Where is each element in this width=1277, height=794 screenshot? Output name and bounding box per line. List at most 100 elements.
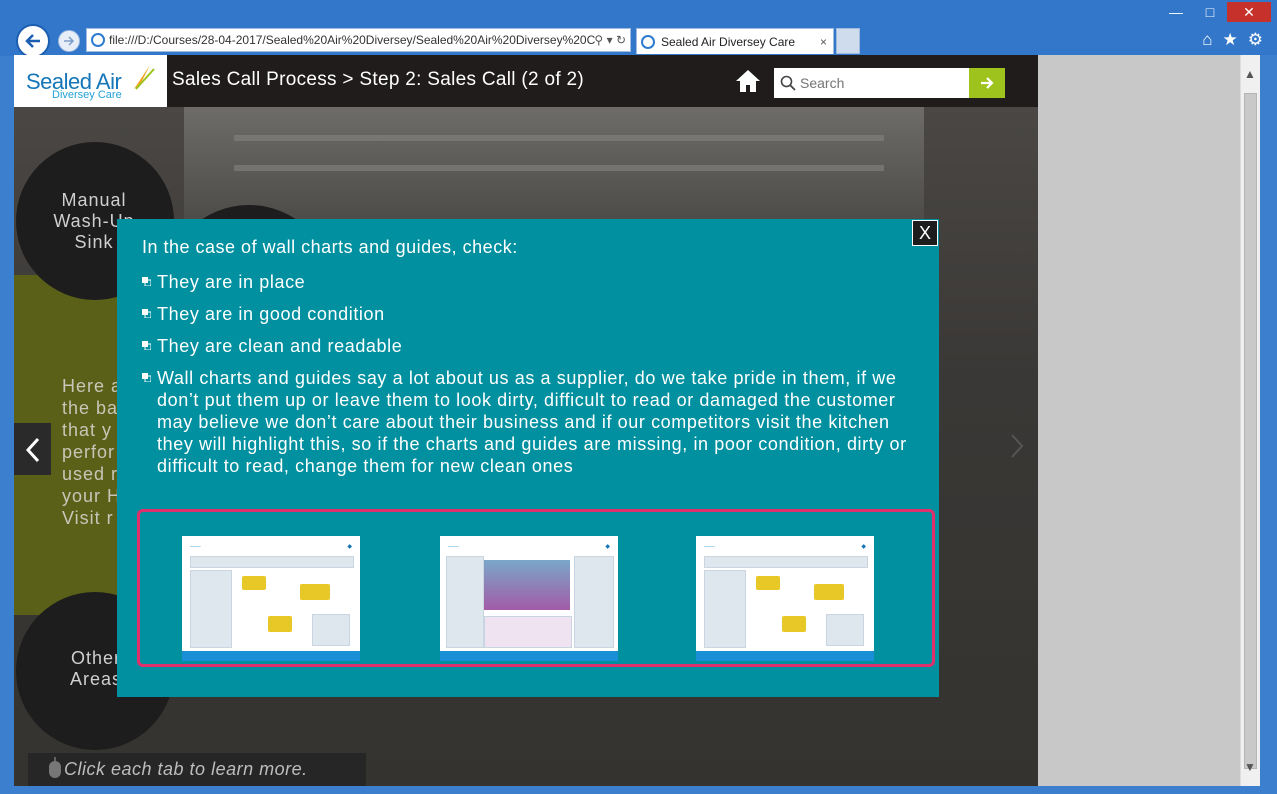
bullet-icon (142, 341, 151, 350)
thumb-title-graphic: ─── (704, 544, 715, 550)
hood-detail (234, 135, 884, 141)
bullet-item: They are clean and readable (142, 335, 922, 357)
thumb-highlight (782, 616, 806, 632)
bullet-text: They are in good condition (157, 304, 385, 324)
previous-button[interactable] (14, 423, 51, 475)
close-window-button[interactable]: ✕ (1227, 2, 1271, 22)
thumb-logo-graphic: ◆ (861, 544, 866, 550)
side-text-line: your H (62, 486, 122, 506)
thumb-highlight (300, 584, 330, 600)
thumb-block (704, 556, 868, 568)
thumb-logo-graphic: ◆ (347, 544, 352, 550)
hint-text: Click each tab to learn more. (64, 759, 308, 779)
bullet-icon (142, 277, 151, 286)
side-text-line: Here a (62, 376, 122, 396)
scroll-up-icon[interactable]: ▲ (1244, 67, 1256, 81)
thumb-block (312, 614, 350, 646)
tab-close-icon[interactable]: × (820, 29, 827, 55)
arrow-right-icon (981, 77, 994, 89)
bullet-text: They are in place (157, 272, 306, 292)
mouse-icon (49, 757, 61, 778)
search-icon (780, 75, 796, 91)
wall-chart-thumbnails: ─── ◆ ─── ◆ ─── ◆ (137, 509, 935, 667)
thumb-highlight (242, 576, 266, 590)
bullet-icon (142, 309, 151, 318)
desktop-edge (1260, 55, 1277, 786)
back-button[interactable] (16, 24, 50, 58)
gear-icon[interactable]: ⚙ (1248, 30, 1263, 50)
wall-chart-thumbnail-2[interactable]: ─── ◆ (440, 536, 618, 661)
search-box[interactable] (774, 68, 969, 98)
logo-swoosh-icon (134, 65, 155, 90)
thumb-title-graphic: ─── (190, 544, 201, 550)
address-tools[interactable]: ⚲ ▾ ↻ (594, 29, 626, 51)
search-go-button[interactable] (969, 68, 1005, 98)
course-header: Sealed Air Diversey Care Sales Call Proc… (14, 55, 1038, 107)
tab-title: Sealed Air Diversey Care (661, 35, 796, 49)
hood-detail (234, 165, 884, 171)
bullet-icon (142, 373, 151, 382)
thumb-title-graphic: ─── (448, 544, 459, 550)
chevron-left-icon (25, 437, 40, 463)
ie-icon (91, 33, 105, 47)
address-text: file:///D:/Courses/28-04-2017/Sealed%20A… (109, 33, 596, 47)
info-modal: X In the case of wall charts and guides,… (117, 219, 939, 697)
minimize-button[interactable]: — (1159, 2, 1193, 22)
thumb-photo (484, 560, 570, 610)
search-icon[interactable]: ⚲ (594, 33, 603, 47)
side-text: Here a the ba that y perfor used r your … (62, 375, 122, 529)
side-text-line: used r (62, 464, 119, 484)
sealed-air-logo: Sealed Air Diversey Care (14, 55, 167, 107)
chevron-right-icon (1011, 434, 1024, 458)
home-icon[interactable] (734, 67, 762, 95)
thumb-block (190, 556, 354, 568)
modal-close-button[interactable]: X (912, 220, 938, 246)
browser-tools: ⌂ ★ ⚙ (1202, 30, 1263, 50)
refresh-icon[interactable]: ↻ (616, 33, 626, 47)
thumb-logo-graphic: ◆ (605, 544, 610, 550)
side-text-line: that y (62, 420, 113, 440)
modal-heading: In the case of wall charts and guides, c… (142, 237, 518, 257)
new-tab-button[interactable] (836, 28, 860, 54)
thumb-highlight (814, 584, 844, 600)
wall-chart-thumbnail-3[interactable]: ─── ◆ (696, 536, 874, 661)
star-icon[interactable]: ★ (1223, 30, 1238, 50)
bullet-item: Wall charts and guides say a lot about u… (142, 367, 922, 477)
thumb-block (574, 556, 614, 648)
browser-chrome: — □ ✕ file:///D:/Courses/28-04-2017/Seal… (0, 0, 1277, 58)
side-text-line: perfor (62, 442, 116, 462)
browser-window: — □ ✕ file:///D:/Courses/28-04-2017/Seal… (0, 0, 1277, 794)
search-input[interactable] (800, 68, 965, 98)
thumb-block (704, 570, 746, 648)
address-bar[interactable]: file:///D:/Courses/28-04-2017/Sealed%20A… (86, 28, 631, 52)
maximize-button[interactable]: □ (1193, 2, 1227, 22)
forward-arrow-icon (64, 36, 75, 46)
dropdown-icon[interactable]: ▾ (607, 33, 613, 47)
scroll-down-icon[interactable]: ▼ (1244, 760, 1256, 774)
back-arrow-icon (25, 34, 40, 48)
bullet-text: Wall charts and guides say a lot about u… (157, 368, 907, 476)
page-margin (1038, 55, 1240, 786)
home-icon[interactable]: ⌂ (1202, 30, 1212, 50)
thumb-footer-bar (696, 651, 874, 661)
hint-bar: Click each tab to learn more. (28, 753, 366, 786)
vertical-scrollbar[interactable]: ▲ ▼ (1240, 55, 1261, 786)
scrollbar-thumb[interactable] (1244, 93, 1257, 769)
wall-chart-thumbnail-1[interactable]: ─── ◆ (182, 536, 360, 661)
thumb-block (446, 556, 484, 648)
page-title: Sales Call Process > Step 2: Sales Call … (172, 69, 584, 90)
forward-button[interactable] (58, 30, 80, 52)
side-text-line: Visit r (62, 508, 114, 528)
thumb-block (190, 570, 232, 648)
bullet-list: They are in place They are in good condi… (142, 271, 922, 487)
side-text-line: the ba (62, 398, 119, 418)
bullet-item: They are in place (142, 271, 922, 293)
thumb-footer-bar (182, 651, 360, 661)
logo-sub: Diversey Care (52, 89, 122, 101)
next-button[interactable] (1008, 433, 1026, 464)
page-viewport: Manual Wash-Up Sink Other Areas Here a t… (14, 55, 1038, 786)
browser-tab[interactable]: Sealed Air Diversey Care × (636, 28, 834, 54)
window-bottom-edge (0, 786, 1277, 794)
thumb-block (484, 616, 572, 648)
bullet-item: They are in good condition (142, 303, 922, 325)
